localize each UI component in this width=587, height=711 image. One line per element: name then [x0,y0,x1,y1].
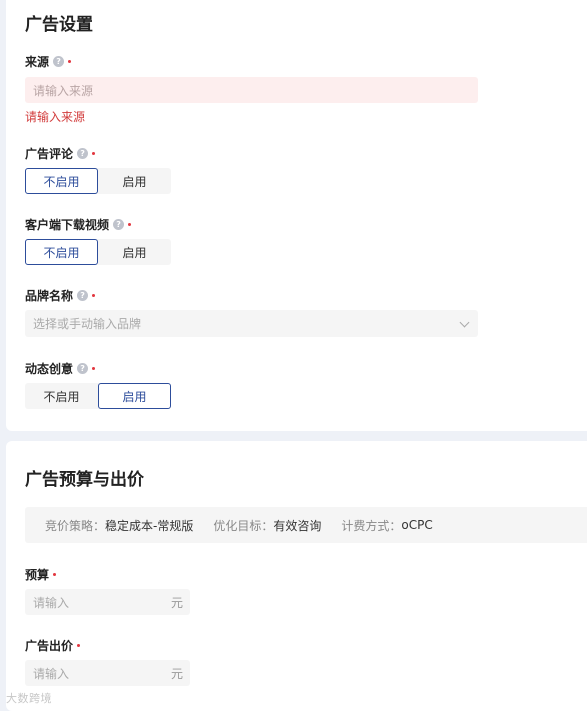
client-download-video-label-text: 客户端下载视频 [25,218,110,232]
dynamic-creative-label-text: 动态创意 [25,362,74,376]
bid-strategy-info-bar: 竞价策略： 稳定成本-常规版 优化目标： 有效咨询 计费方式： oCPC [25,507,587,543]
required-dot [92,367,96,370]
ad-settings-title: 广告设置 [25,15,93,35]
client-download-video-label: 客户端下载视频 ? [25,216,132,233]
bid-input[interactable]: 请输入 元 [25,660,190,686]
budget-bid-card: 广告预算与出价 竞价策略： 稳定成本-常规版 优化目标： 有效咨询 计费方式： … [6,441,587,711]
bid-label: 广告出价 [25,637,81,654]
brand-name-placeholder: 选择或手动输入品牌 [33,317,142,331]
question-circle-icon[interactable]: ? [77,363,89,374]
budget-unit: 元 [170,595,183,610]
goal-key: 优化目标： [213,518,274,533]
strategy-key: 竞价策略： [45,518,106,533]
ad-comment-disable-option[interactable]: 不启用 [25,168,98,194]
budget-label: 预算 [25,566,57,583]
dynamic-creative-disable-option[interactable]: 不启用 [25,383,98,409]
required-dot [92,294,96,297]
watermark: 大数跨境 [6,690,52,706]
strategy-value: 稳定成本-常规版 [105,518,194,533]
brand-name-label: 品牌名称 ? [25,287,96,304]
source-label-text: 来源 [25,55,50,69]
ad-comment-label-text: 广告评论 [25,147,74,161]
question-circle-icon[interactable]: ? [77,148,89,159]
required-dot [53,573,57,576]
chevron-down-icon [459,317,470,327]
goal-value: 有效咨询 [273,518,322,533]
source-label: 来源 ? [25,53,72,70]
bid-unit: 元 [170,666,183,681]
ad-comment-enable-option[interactable]: 启用 [98,168,171,194]
required-dot [68,60,72,63]
client-download-video-toggle: 不启用 启用 [25,239,171,265]
source-error-message: 请输入来源 [25,110,86,124]
question-circle-icon[interactable]: ? [113,219,125,230]
bid-label-text: 广告出价 [25,639,74,653]
required-dot [92,152,96,155]
required-dot [77,644,81,647]
question-circle-icon[interactable]: ? [53,56,65,67]
brand-name-select[interactable]: 选择或手动输入品牌 [25,310,478,337]
ad-comment-toggle: 不启用 启用 [25,168,171,194]
bid-placeholder: 请输入 [33,666,70,681]
billing-value: oCPC [401,518,433,532]
ad-comment-label: 广告评论 ? [25,145,96,162]
brand-name-label-text: 品牌名称 [25,289,74,303]
budget-bid-title: 广告预算与出价 [25,470,144,490]
source-input[interactable]: 请输入来源 [25,77,478,103]
dynamic-creative-label: 动态创意 ? [25,360,96,377]
budget-label-text: 预算 [25,568,50,582]
budget-input[interactable]: 请输入 元 [25,589,190,615]
dynamic-creative-toggle: 不启用 启用 [25,383,171,409]
question-circle-icon[interactable]: ? [77,290,89,301]
watermark-text: 大数跨境 [6,692,52,705]
dynamic-creative-enable-option[interactable]: 启用 [98,383,171,409]
required-dot [128,223,132,226]
client-download-enable-option[interactable]: 启用 [98,239,171,265]
client-download-disable-option[interactable]: 不启用 [25,239,98,265]
budget-placeholder: 请输入 [33,595,70,610]
source-placeholder: 请输入来源 [33,83,94,98]
ad-settings-card: 广告设置 来源 ? 请输入来源 请输入来源 广告评论 ? 不启用 启用 客户端下… [6,0,587,431]
billing-key: 计费方式： [341,518,402,533]
